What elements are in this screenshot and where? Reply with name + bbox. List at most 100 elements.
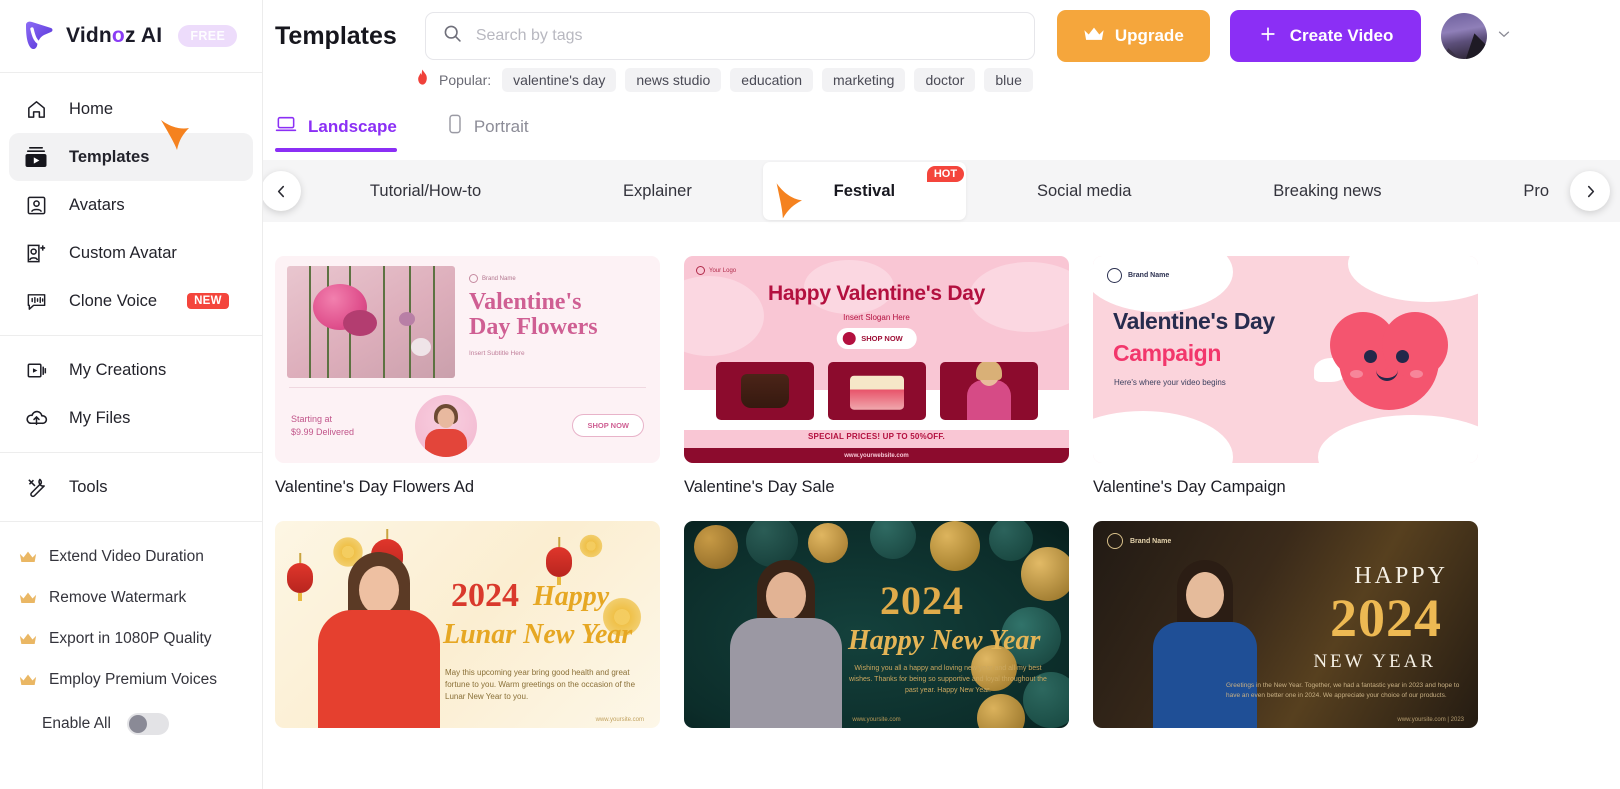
thumb-year: 2024 [880, 578, 964, 623]
upgrade-button[interactable]: Upgrade [1056, 10, 1210, 62]
user-menu[interactable] [1441, 13, 1513, 59]
thumb-description: Wishing you all a happy and loving new y… [849, 665, 1047, 695]
perk-premium-voices[interactable]: Employ Premium Voices [0, 659, 262, 700]
presenter-avatar [726, 560, 846, 728]
sidebar-item-home-label: Home [69, 99, 114, 118]
upgrade-button-label: Upgrade [1114, 26, 1184, 45]
thumb-year: 2024 [451, 577, 519, 614]
sidebar-item-my-files[interactable]: My Files [9, 394, 253, 442]
thumb-website: www.yoursite.com [595, 717, 644, 723]
tab-portrait-label: Portrait [473, 116, 529, 136]
tag-education[interactable]: education [730, 68, 813, 92]
template-card[interactable]: 2024 Happy New Year Wishing you all a ha… [684, 521, 1069, 743]
presenter-avatar [315, 552, 443, 728]
orientation-tabs: Landscape Portrait [263, 94, 1620, 152]
thumb-price-2: $9.99 Delivered [291, 426, 355, 437]
tag-doctor[interactable]: doctor [914, 68, 976, 92]
template-card[interactable]: 2024 Happy Lunar New Year May this upcom… [275, 521, 660, 743]
thumb-subtitle: Insert Subtitle Here [469, 349, 525, 357]
sidebar-item-tools[interactable]: Tools [9, 463, 253, 511]
sidebar-item-my-creations[interactable]: My Creations [9, 346, 253, 394]
brand-name-post: z AI [124, 24, 163, 47]
tag-news-studio[interactable]: news studio [625, 68, 722, 92]
brand-logo[interactable]: Vidnoz AI FREE [0, 0, 262, 72]
template-thumbnail: Brand Name Valentine's Day Flowers Insert… [275, 256, 660, 463]
thumb-description: Greetings in the New Year. Together, we … [1226, 682, 1460, 700]
sidebar-item-avatars-label: Avatars [69, 195, 125, 214]
sidebar-item-clone-voice[interactable]: Clone Voice NEW [9, 277, 253, 325]
thumb-heading-1: Valentine's [469, 289, 582, 315]
thumb-heading: Happy New Year [848, 625, 1041, 656]
category-festival[interactable]: Festival HOT [762, 162, 967, 220]
template-card-title: Valentine's Day Campaign [1093, 478, 1286, 496]
template-card[interactable]: Brand Name HAPPY 2024 NEW YEAR Greetings… [1093, 521, 1478, 743]
app-root: Vidnoz AI FREE Home Templates Avatars Cu… [0, 0, 1620, 789]
perk-extend-video-duration[interactable]: Extend Video Duration [0, 536, 262, 577]
hot-badge: HOT [926, 166, 965, 182]
sidebar-item-custom-avatar[interactable]: Custom Avatar [9, 229, 253, 277]
flower-photo [287, 266, 455, 378]
perk-remove-watermark[interactable]: Remove Watermark [0, 577, 262, 618]
thumb-subtitle: Here's where your video begins [1114, 378, 1226, 387]
template-thumbnail: 2024 Happy New Year Wishing you all a ha… [684, 521, 1069, 728]
perk-label: Employ Premium Voices [49, 670, 217, 688]
thumb-heading-1: Valentine's Day [1113, 308, 1275, 334]
thumb-special: SPECIAL PRICES! UP TO 50%OFF. [808, 432, 945, 441]
thumb-brand: Brand Name [1128, 272, 1170, 279]
category-social-media[interactable]: Social media [966, 182, 1202, 201]
sidebar-item-home[interactable]: Home [9, 85, 253, 133]
search-box[interactable] [424, 12, 1035, 60]
search-input[interactable] [475, 27, 1018, 45]
template-card[interactable]: Brand Name Valentine's Day Flowers Insert… [275, 256, 660, 497]
sidebar-nav-secondary: My Creations My Files [0, 336, 262, 452]
category-breaking-news[interactable]: Breaking news [1202, 182, 1452, 201]
chevron-down-icon [1495, 25, 1513, 48]
thumb-year: 2024 [1330, 588, 1442, 648]
sidebar-item-templates[interactable]: Templates [9, 133, 253, 181]
tab-landscape[interactable]: Landscape [275, 114, 397, 152]
popular-tags-row: Popular: valentine's day news studio edu… [263, 66, 1620, 94]
tag-valentines-day[interactable]: valentine's day [502, 68, 617, 92]
enable-all-label: Enable All [42, 715, 111, 732]
thumb-brand: Brand Name [482, 275, 516, 282]
phone-icon [447, 114, 463, 139]
thumb-cta: SHOP NOW [836, 328, 917, 349]
template-card[interactable]: Brand Name Valentine's Day Campaign Here… [1093, 256, 1478, 497]
create-video-button-label: Create Video [1289, 26, 1394, 45]
top-bar: Templates Upgrade Create V [263, 0, 1620, 72]
thumb-logo: Your Logo [709, 267, 737, 274]
presenter-image [939, 362, 1038, 420]
cake-image-1 [715, 362, 814, 420]
thumb-brand: Brand Name [1130, 537, 1172, 545]
tab-landscape-label: Landscape [308, 116, 397, 136]
template-thumbnail: 2024 Happy Lunar New Year May this upcom… [275, 521, 660, 728]
crown-icon [1083, 26, 1105, 47]
thumb-slogan: Insert Slogan Here [843, 313, 910, 322]
plan-badge: FREE [178, 25, 238, 47]
category-explainer[interactable]: Explainer [552, 182, 763, 201]
vidnoz-logo-icon [22, 19, 56, 53]
brand-name: Vidnoz AI [66, 24, 162, 48]
custom-avatar-icon [23, 240, 49, 266]
search-icon [442, 23, 463, 49]
thumb-new-year: NEW YEAR [1313, 651, 1436, 672]
perk-export-1080p[interactable]: Export in 1080P Quality [0, 618, 262, 659]
template-card[interactable]: Your Logo Happy Valentine's Day Insert S… [684, 256, 1069, 497]
category-festival-label: Festival [833, 181, 896, 200]
tab-portrait[interactable]: Portrait [447, 114, 529, 152]
category-list: Tutorial/How-to Explainer Festival HOT S… [263, 160, 1620, 222]
template-card-title: Valentine's Day Flowers Ad [275, 478, 475, 496]
tag-marketing[interactable]: marketing [822, 68, 906, 92]
heart-icon [842, 332, 856, 345]
category-tutorial-howto[interactable]: Tutorial/How-to [299, 182, 552, 201]
template-thumbnail: Brand Name Valentine's Day Campaign Here… [1093, 256, 1478, 463]
main-content: Templates Upgrade Create V [263, 0, 1620, 789]
create-video-button[interactable]: Create Video [1229, 10, 1422, 62]
heart-mascot-icon [1314, 308, 1448, 412]
tag-blue[interactable]: blue [984, 68, 1033, 92]
brand-name-o: o [111, 24, 125, 47]
crown-icon [18, 629, 38, 649]
enable-all-toggle[interactable] [126, 713, 169, 735]
carousel-next-button[interactable] [1570, 171, 1610, 211]
sidebar-item-avatars[interactable]: Avatars [9, 181, 253, 229]
